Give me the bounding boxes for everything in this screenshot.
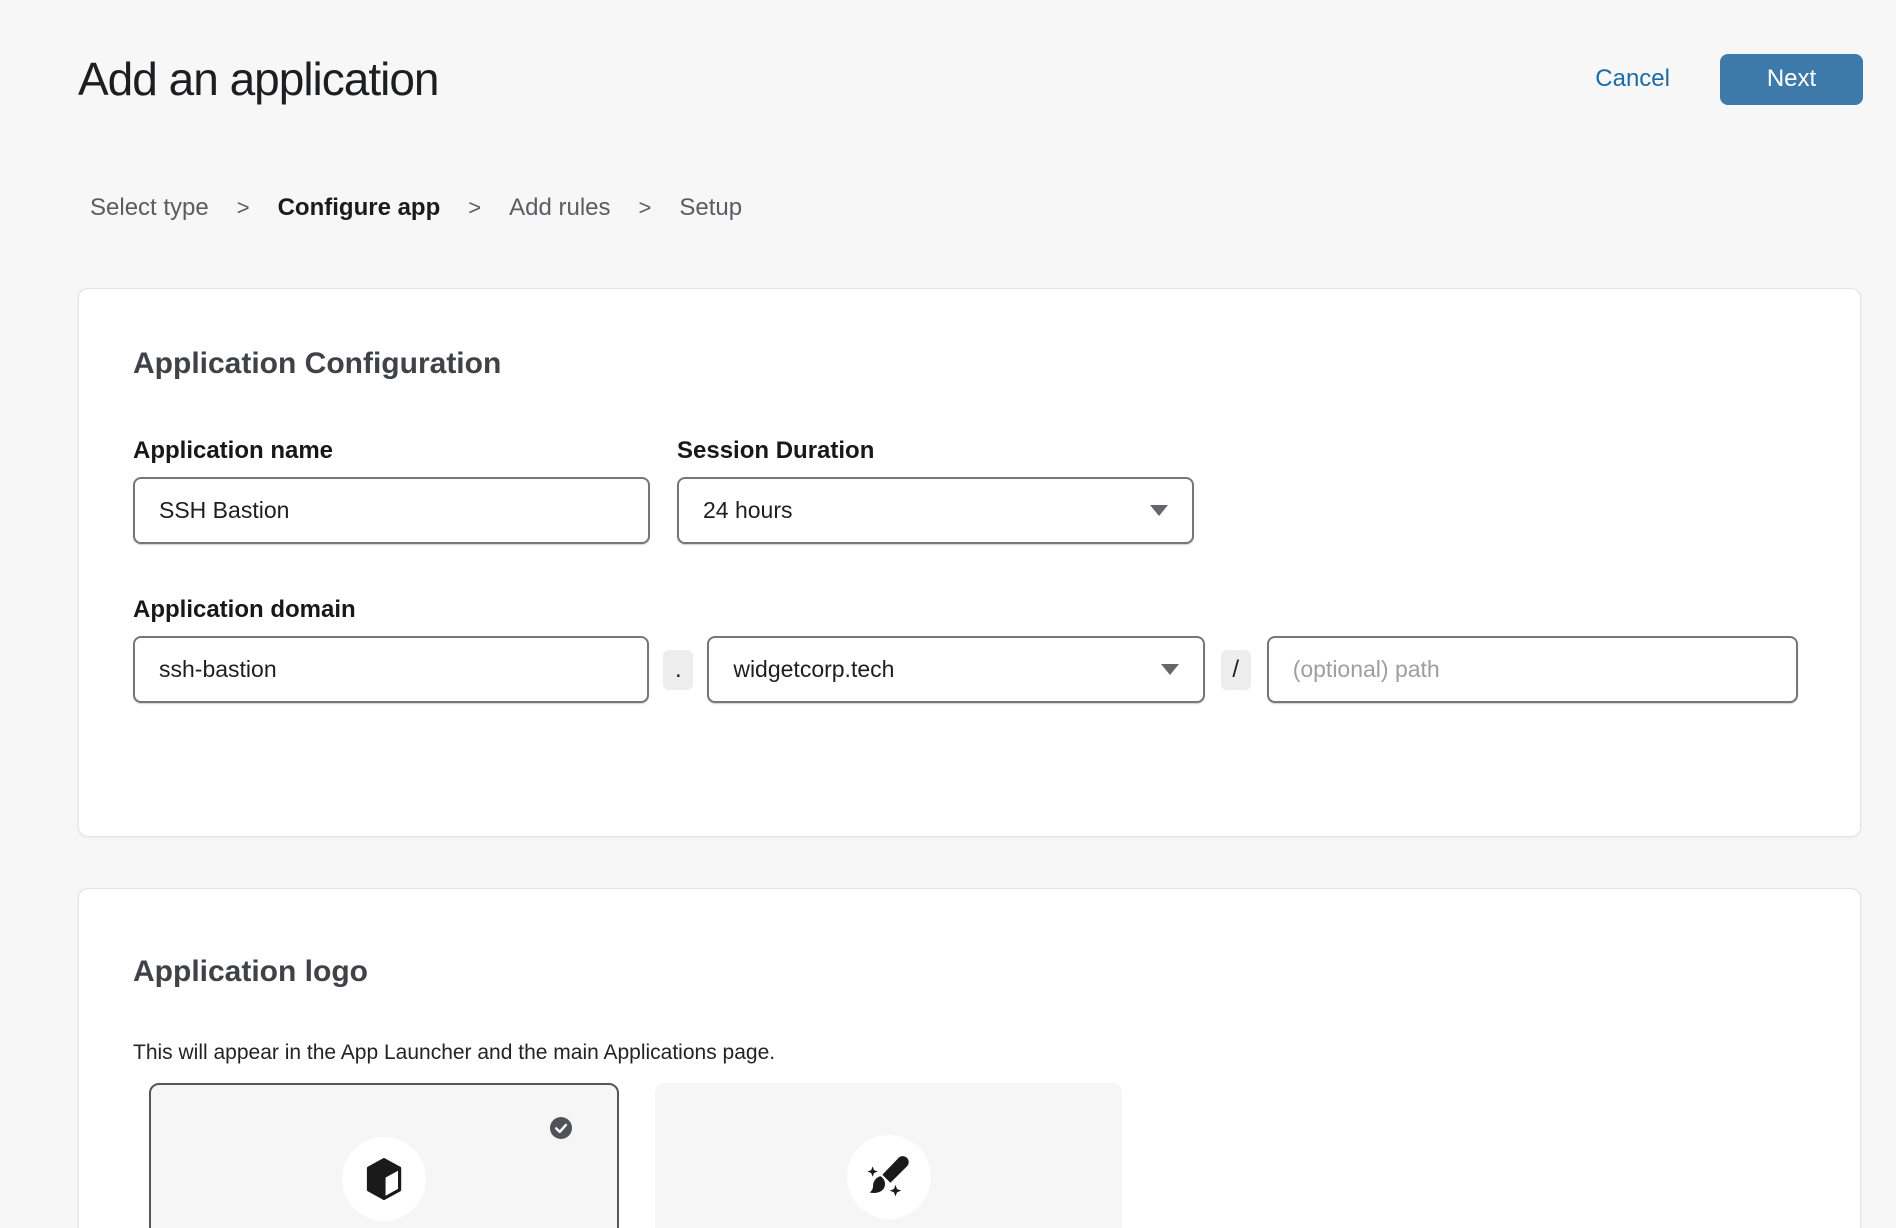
breadcrumb: Select type > Configure app > Add rules …: [90, 194, 1896, 222]
session-duration-value: 24 hours: [703, 497, 793, 524]
application-logo-card: Application logo This will appear in the…: [78, 888, 1861, 1228]
page-header: Add an application Cancel Next: [0, 0, 1896, 106]
check-icon: [550, 1117, 572, 1139]
logo-preview-circle: [342, 1137, 426, 1221]
step-configure-app[interactable]: Configure app: [278, 194, 441, 222]
path-input[interactable]: [1267, 636, 1798, 703]
chevron-down-icon: [1161, 664, 1179, 675]
step-separator: >: [237, 195, 250, 221]
session-duration-label: Session Duration: [677, 437, 1194, 465]
logo-options: [149, 1083, 1798, 1228]
application-name-input[interactable]: [133, 477, 650, 544]
cube-icon: [365, 1158, 403, 1200]
step-separator: >: [468, 195, 481, 221]
step-separator: >: [639, 195, 652, 221]
logo-description: This will appear in the App Launcher and…: [133, 1041, 1798, 1065]
domain-select[interactable]: widgetcorp.tech: [707, 636, 1204, 703]
session-duration-field-group: Session Duration 24 hours: [677, 437, 1194, 544]
step-setup[interactable]: Setup: [679, 194, 742, 222]
dot-separator: .: [663, 650, 693, 690]
subdomain-input[interactable]: [133, 636, 649, 703]
logo-option-custom[interactable]: [655, 1083, 1122, 1228]
logo-option-default[interactable]: [149, 1083, 619, 1228]
session-duration-select[interactable]: 24 hours: [677, 477, 1194, 544]
configuration-heading: Application Configuration: [133, 347, 1798, 381]
logo-preview-circle: [847, 1135, 931, 1219]
step-select-type[interactable]: Select type: [90, 194, 209, 222]
slash-separator: /: [1221, 650, 1251, 690]
cancel-button[interactable]: Cancel: [1595, 65, 1670, 93]
paintbrush-icon: [866, 1154, 912, 1200]
application-domain-label: Application domain: [133, 596, 1798, 624]
application-name-label: Application name: [133, 437, 650, 465]
chevron-down-icon: [1150, 505, 1168, 516]
page-title: Add an application: [78, 52, 439, 106]
logo-heading: Application logo: [133, 955, 1798, 989]
header-actions: Cancel Next: [1595, 54, 1863, 105]
step-add-rules[interactable]: Add rules: [509, 194, 610, 222]
next-button[interactable]: Next: [1720, 54, 1863, 105]
application-configuration-card: Application Configuration Application na…: [78, 288, 1861, 837]
domain-value: widgetcorp.tech: [733, 656, 894, 683]
application-name-field-group: Application name: [133, 437, 650, 544]
